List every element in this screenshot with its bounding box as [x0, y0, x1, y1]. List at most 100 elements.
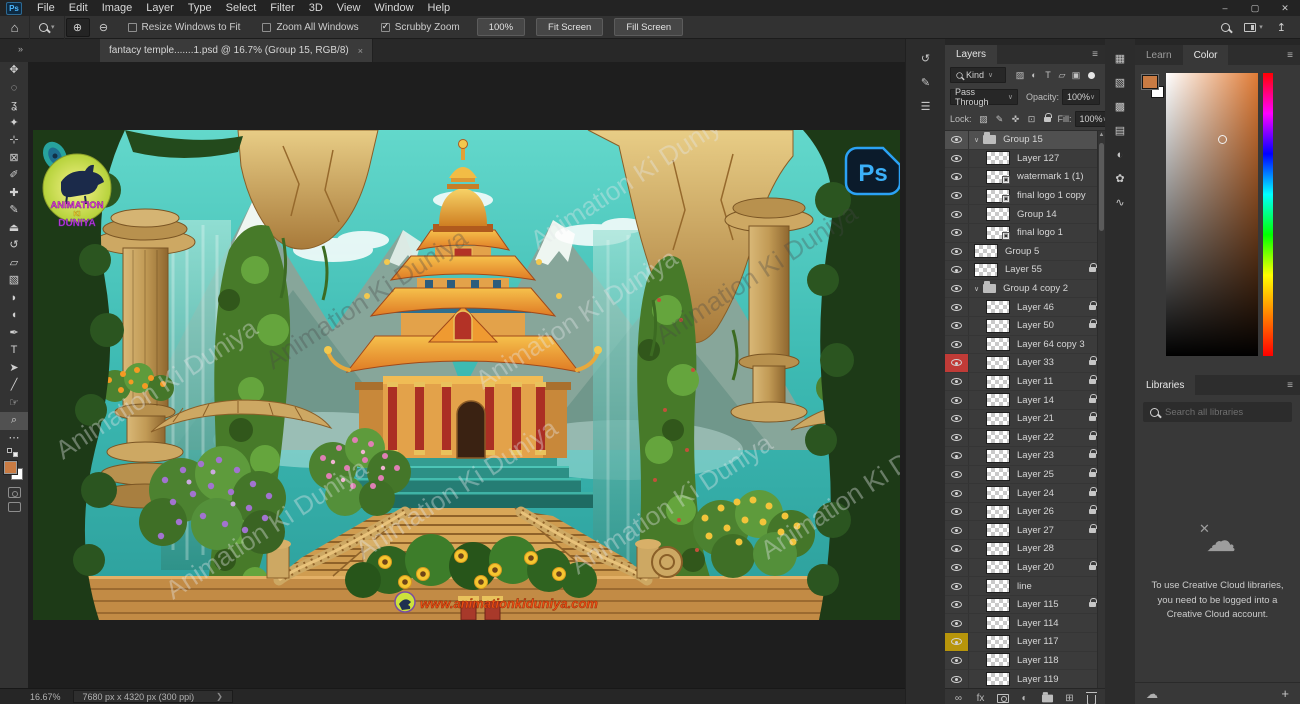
layer-name[interactable]: Layer 26: [1017, 506, 1054, 517]
gradient-tool[interactable]: ▧: [0, 272, 28, 290]
properties-panel-icon[interactable]: ☰: [914, 96, 938, 117]
menu-file[interactable]: File: [30, 0, 62, 16]
color-cursor[interactable]: [1218, 135, 1227, 144]
visibility-toggle[interactable]: [945, 354, 969, 372]
adjustment-presets-panel-icon[interactable]: ◐: [1108, 144, 1132, 165]
layer-name[interactable]: Group 15: [1003, 134, 1043, 145]
scroll-up-icon[interactable]: ▲: [1098, 132, 1105, 138]
fit-screen-button[interactable]: Fit Screen: [536, 18, 603, 36]
move-tool[interactable]: ✥: [0, 62, 28, 80]
lock-position-icon[interactable]: ✜: [1009, 112, 1023, 126]
layer-row[interactable]: ▣ final logo 1 copy: [945, 187, 1105, 206]
path-selection-tool[interactable]: ➤: [0, 360, 28, 378]
layer-thumbnail[interactable]: [986, 207, 1010, 221]
lock-pixels-icon[interactable]: ✎: [993, 112, 1007, 126]
paths-panel-icon[interactable]: ∿: [1108, 192, 1132, 213]
layer-row[interactable]: Layer 20: [945, 559, 1105, 578]
color-panel-tab[interactable]: Learn: [1135, 45, 1183, 65]
expand-chevron-icon[interactable]: ∨: [974, 285, 979, 293]
layer-row[interactable]: ▣ watermark 1 (1): [945, 168, 1105, 187]
visibility-toggle[interactable]: [945, 187, 969, 205]
layer-thumbnail[interactable]: [986, 449, 1010, 463]
layer-row[interactable]: Layer 11: [945, 373, 1105, 392]
layer-row[interactable]: Layer 27: [945, 521, 1105, 540]
filter-type-layers-icon[interactable]: T: [1041, 68, 1055, 82]
share-icon[interactable]: ↥: [1277, 21, 1286, 34]
layer-row[interactable]: Layer 119: [945, 670, 1105, 688]
layer-thumbnail[interactable]: [986, 635, 1010, 649]
layer-name[interactable]: Layer 20: [1017, 562, 1054, 573]
lock-transparent-icon[interactable]: ▨: [977, 112, 991, 126]
clone-stamp-tool[interactable]: ⏏: [0, 220, 28, 238]
layers-scrollbar[interactable]: ▲: [1097, 131, 1105, 688]
visibility-toggle[interactable]: [945, 243, 969, 261]
visibility-toggle[interactable]: [945, 317, 969, 335]
fill-screen-button[interactable]: Fill Screen: [614, 18, 683, 36]
visibility-toggle[interactable]: [945, 559, 969, 577]
layer-thumbnail[interactable]: [986, 653, 1010, 667]
layer-name[interactable]: Layer 117: [1017, 636, 1059, 647]
visibility-toggle[interactable]: [945, 447, 969, 465]
minimize-button[interactable]: –: [1210, 0, 1240, 16]
layer-thumbnail[interactable]: [986, 412, 1010, 426]
filter-adjustment-layers-icon[interactable]: ◐: [1027, 68, 1041, 82]
layer-thumbnail[interactable]: [986, 319, 1010, 333]
layer-thumbnail[interactable]: [986, 616, 1010, 630]
layer-effects-button[interactable]: fx: [975, 693, 987, 704]
layer-thumbnail[interactable]: [986, 356, 1010, 370]
visibility-toggle[interactable]: [945, 150, 969, 168]
layer-name[interactable]: Group 4 copy 2: [1003, 283, 1068, 294]
menu-filter[interactable]: Filter: [263, 0, 301, 16]
layer-row[interactable]: ▣ final logo 1: [945, 224, 1105, 243]
layer-name[interactable]: line: [1017, 581, 1032, 592]
layer-name[interactable]: Layer 114: [1017, 618, 1059, 629]
layer-row[interactable]: Layer 23: [945, 447, 1105, 466]
layer-row[interactable]: Layer 118: [945, 652, 1105, 671]
layer-row[interactable]: Group 14: [945, 205, 1105, 224]
history-panel-icon[interactable]: ↺: [914, 48, 938, 69]
layer-name[interactable]: Layer 46: [1017, 302, 1054, 313]
layer-thumbnail[interactable]: [986, 542, 1010, 556]
delete-layer-button[interactable]: [1086, 692, 1098, 704]
layer-thumbnail[interactable]: [986, 375, 1010, 389]
visibility-toggle[interactable]: [945, 131, 969, 149]
layer-name[interactable]: Layer 115: [1017, 599, 1059, 610]
visibility-toggle[interactable]: [945, 373, 969, 391]
document-tab[interactable]: fantacy temple.......1.psd @ 16.7% (Grou…: [100, 39, 373, 62]
document-info[interactable]: 7680 px x 4320 px (300 ppi) ❯: [73, 690, 233, 703]
filter-pixel-layers-icon[interactable]: ▨: [1013, 68, 1027, 82]
eraser-tool[interactable]: ▱: [0, 255, 28, 273]
layer-name[interactable]: Layer 22: [1017, 432, 1054, 443]
link-layers-button[interactable]: ∞: [953, 693, 965, 704]
layer-row[interactable]: Layer 115: [945, 596, 1105, 615]
layer-row[interactable]: Layer 24: [945, 484, 1105, 503]
canvas-pasteboard[interactable]: Animation Ki Duniya Animation Ki Duniya …: [28, 62, 905, 688]
foreground-color-swatch[interactable]: [1142, 75, 1158, 89]
layer-row[interactable]: Layer 50: [945, 317, 1105, 336]
layer-name[interactable]: Layer 33: [1017, 357, 1054, 368]
layer-row[interactable]: Layer 26: [945, 503, 1105, 522]
visibility-toggle[interactable]: [945, 652, 969, 670]
menu-type[interactable]: Type: [181, 0, 219, 16]
marquee-tool[interactable]: ◌: [0, 80, 28, 98]
layer-name[interactable]: Layer 28: [1017, 543, 1054, 554]
layer-name[interactable]: Layer 50: [1017, 320, 1054, 331]
visibility-toggle[interactable]: [945, 577, 969, 595]
visibility-toggle[interactable]: [945, 429, 969, 447]
zoom-100-button[interactable]: 100%: [477, 18, 525, 36]
workspace-switcher[interactable]: ▾: [1244, 23, 1263, 32]
zoom-all-windows-checkbox[interactable]: Zoom All Windows: [262, 22, 358, 33]
layer-row[interactable]: Layer 117: [945, 633, 1105, 652]
visibility-toggle[interactable]: [945, 168, 969, 186]
lock-artboard-icon[interactable]: ⊡: [1025, 112, 1039, 126]
layer-name[interactable]: Layer 14: [1017, 395, 1054, 406]
visibility-toggle[interactable]: [945, 521, 969, 539]
menu-view[interactable]: View: [330, 0, 368, 16]
layer-row[interactable]: Layer 14: [945, 391, 1105, 410]
quick-selection-tool[interactable]: ✦: [0, 115, 28, 133]
layer-thumbnail[interactable]: [986, 430, 1010, 444]
brush-tool[interactable]: ✎: [0, 202, 28, 220]
visibility-toggle[interactable]: [945, 205, 969, 223]
layer-row[interactable]: Layer 22: [945, 429, 1105, 448]
layer-row[interactable]: Layer 46: [945, 298, 1105, 317]
